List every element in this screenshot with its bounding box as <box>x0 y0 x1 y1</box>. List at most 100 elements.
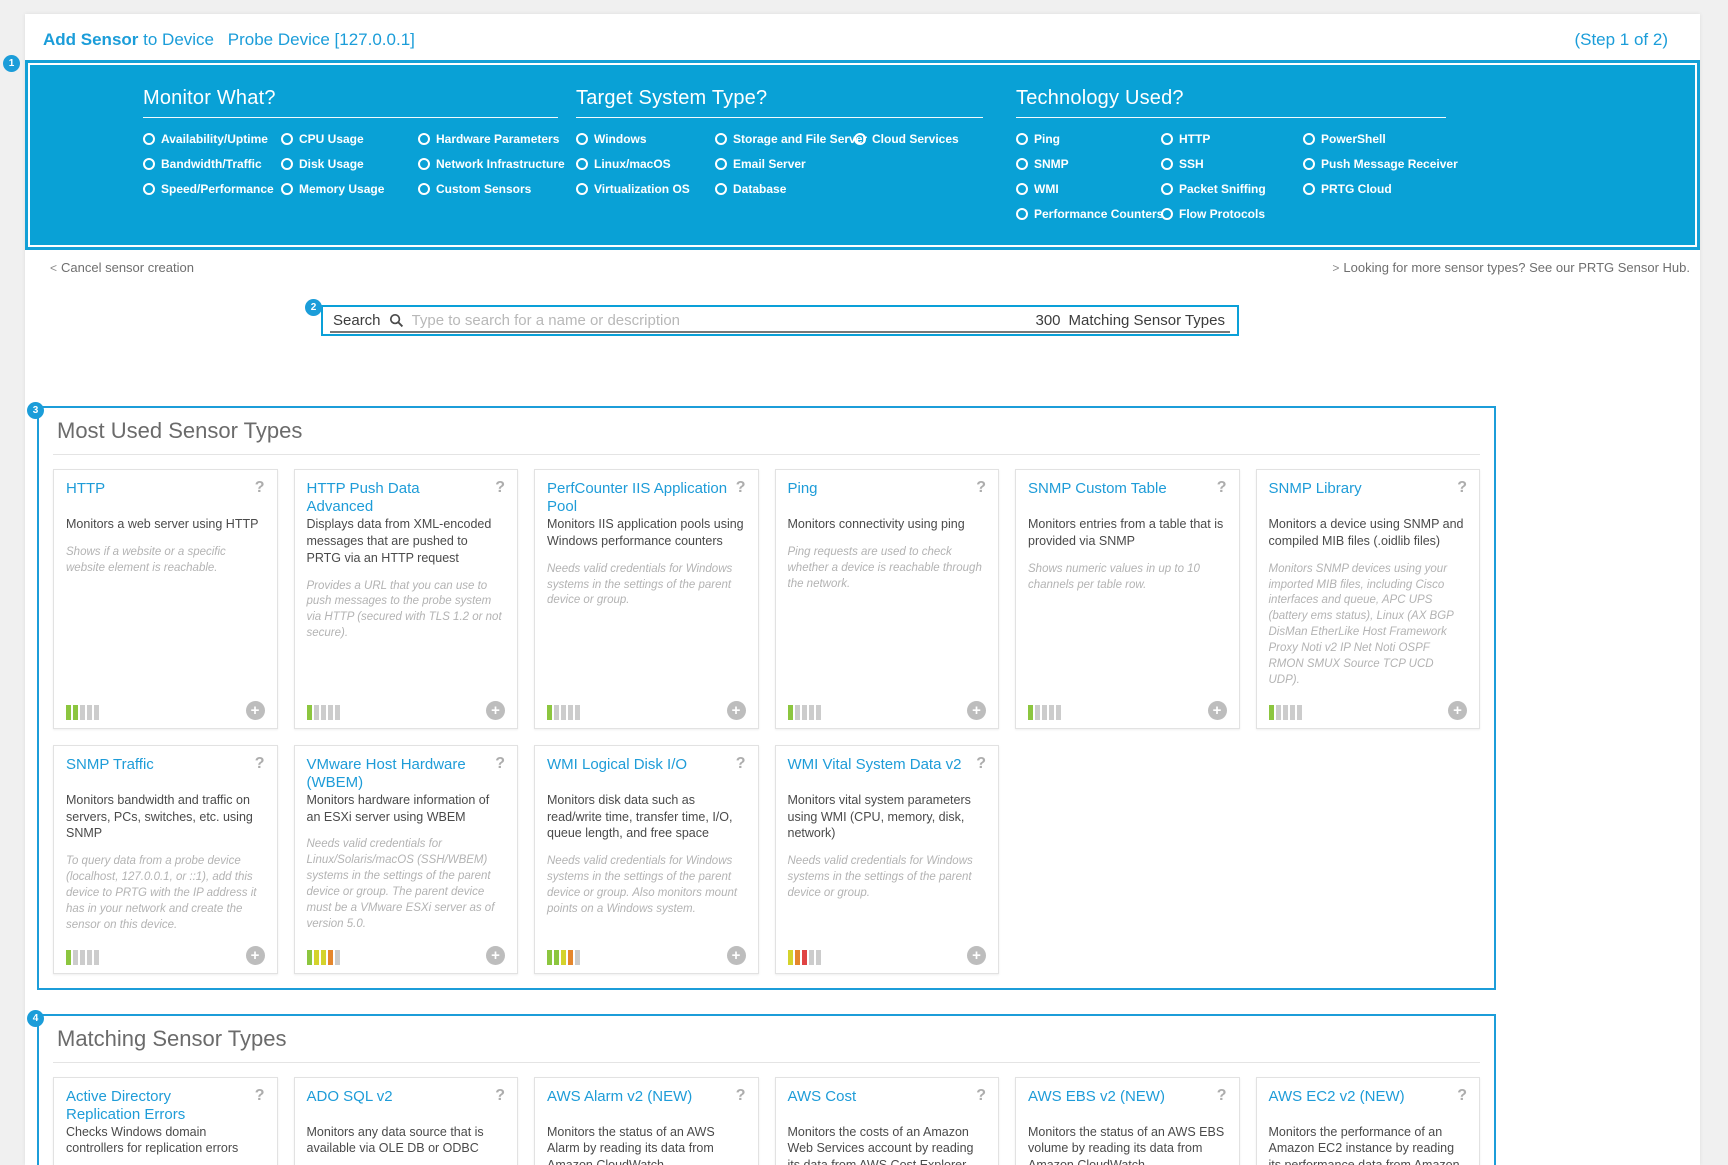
sensor-card[interactable]: SNMP Library ? Monitors a device using S… <box>1256 469 1481 729</box>
help-icon[interactable]: ? <box>1457 480 1467 496</box>
sensor-hub-link[interactable]: >Looking for more sensor types? See our … <box>1332 260 1690 275</box>
sensor-title[interactable]: VMware Host Hardware (WBEM) <box>307 756 496 792</box>
filter-radio-option[interactable]: Windows <box>576 126 715 151</box>
sensor-title[interactable]: SNMP Library <box>1269 480 1368 498</box>
help-icon[interactable]: ? <box>495 1088 505 1104</box>
sensor-title[interactable]: AWS EBS v2 (NEW) <box>1028 1088 1171 1106</box>
sensor-card[interactable]: ADO SQL v2 ? Monitors any data source th… <box>294 1077 519 1165</box>
sensor-title[interactable]: SNMP Custom Table <box>1028 480 1173 498</box>
filter-radio-option[interactable]: SSH <box>1161 151 1303 176</box>
filter-radio-option[interactable]: Linux/macOS <box>576 151 715 176</box>
filter-radio-option[interactable]: Speed/Performance <box>143 176 281 201</box>
filter-radio-option[interactable]: Hardware Parameters <box>418 126 565 151</box>
gauge-bar <box>321 705 326 720</box>
sensor-title[interactable]: WMI Vital System Data v2 <box>788 756 968 774</box>
sensor-card[interactable]: SNMP Custom Table ? Monitors entries fro… <box>1015 469 1240 729</box>
sensor-card[interactable]: WMI Logical Disk I/O ? Monitors disk dat… <box>534 745 759 974</box>
page-title-add-sensor: Add Sensor <box>43 30 138 49</box>
help-icon[interactable]: ? <box>1217 1088 1227 1104</box>
sensor-card[interactable]: HTTP Push Data Advanced ? Displays data … <box>294 469 519 729</box>
help-icon[interactable]: ? <box>495 480 505 496</box>
help-icon[interactable]: ? <box>1217 480 1227 496</box>
help-icon[interactable]: ? <box>736 1088 746 1104</box>
sensor-card[interactable]: WMI Vital System Data v2 ? Monitors vita… <box>775 745 1000 974</box>
add-sensor-plus-icon[interactable]: + <box>1448 701 1467 720</box>
help-icon[interactable]: ? <box>255 756 265 772</box>
add-sensor-plus-icon[interactable]: + <box>246 701 265 720</box>
sensor-title[interactable]: HTTP <box>66 480 111 498</box>
sensor-card[interactable]: HTTP ? Monitors a web server using HTTP … <box>53 469 278 729</box>
help-icon[interactable]: ? <box>976 756 986 772</box>
add-sensor-plus-icon[interactable]: + <box>967 701 986 720</box>
filter-radio-option[interactable]: PowerShell <box>1303 126 1458 151</box>
filter-radio-option[interactable]: HTTP <box>1161 126 1303 151</box>
filter-radio-option[interactable]: Availability/Uptime <box>143 126 281 151</box>
filter-radio-option[interactable]: Custom Sensors <box>418 176 565 201</box>
sensor-card[interactable]: Ping ? Monitors connectivity using ping … <box>775 469 1000 729</box>
sensor-card[interactable]: SNMP Traffic ? Monitors bandwidth and tr… <box>53 745 278 974</box>
device-name[interactable]: Probe Device [127.0.0.1] <box>228 30 415 49</box>
add-sensor-plus-icon[interactable]: + <box>727 701 746 720</box>
sensor-card[interactable]: Active Directory Replication Errors ? Ch… <box>53 1077 278 1165</box>
filter-radio-option[interactable]: SNMP <box>1016 151 1161 176</box>
sensor-title[interactable]: WMI Logical Disk I/O <box>547 756 693 774</box>
filter-radio-option[interactable]: Network Infrastructure <box>418 151 565 176</box>
filter-radio-option[interactable]: Cloud Services <box>854 126 983 151</box>
filter-radio-option[interactable]: Email Server <box>715 151 854 176</box>
sensor-title[interactable]: ADO SQL v2 <box>307 1088 399 1106</box>
sensor-title[interactable]: PerfCounter IIS Application Pool <box>547 480 736 516</box>
add-sensor-plus-icon[interactable]: + <box>727 946 746 965</box>
help-icon[interactable]: ? <box>495 756 505 772</box>
sensor-card[interactable]: PerfCounter IIS Application Pool ? Monit… <box>534 469 759 729</box>
add-sensor-plus-icon[interactable]: + <box>967 946 986 965</box>
help-icon[interactable]: ? <box>1457 1088 1467 1104</box>
search-input[interactable] <box>412 312 1028 329</box>
sensor-card[interactable]: VMware Host Hardware (WBEM) ? Monitors h… <box>294 745 519 974</box>
help-icon[interactable]: ? <box>976 480 986 496</box>
filter-radio-option[interactable]: Bandwidth/Traffic <box>143 151 281 176</box>
filter-options: Ping SNMP WMI <box>1016 126 1446 226</box>
gauge-bar <box>1049 705 1054 720</box>
cancel-sensor-creation-link[interactable]: <Cancel sensor creation <box>50 260 194 275</box>
sensor-title[interactable]: AWS EC2 v2 (NEW) <box>1269 1088 1411 1106</box>
help-icon[interactable]: ? <box>255 480 265 496</box>
impact-gauge-icon <box>788 705 821 720</box>
filter-radio-option[interactable]: Packet Sniffing <box>1161 176 1303 201</box>
sensor-card[interactable]: AWS EC2 v2 (NEW) ? Monitors the performa… <box>1256 1077 1481 1165</box>
help-icon[interactable]: ? <box>736 756 746 772</box>
sensor-description: Monitors hardware information of an ESXi… <box>307 792 506 826</box>
sensor-card[interactable]: AWS Cost ? Monitors the costs of an Amaz… <box>775 1077 1000 1165</box>
filter-radio-option[interactable]: Memory Usage <box>281 176 418 201</box>
sensor-title[interactable]: Active Directory Replication Errors <box>66 1088 255 1124</box>
filter-radio-option[interactable]: PRTG Cloud <box>1303 176 1458 201</box>
sensor-title[interactable]: AWS Cost <box>788 1088 863 1106</box>
add-sensor-plus-icon[interactable]: + <box>1208 701 1227 720</box>
help-icon[interactable]: ? <box>736 480 746 496</box>
sensor-title[interactable]: SNMP Traffic <box>66 756 160 774</box>
filter-radio-option[interactable]: Performance Counters <box>1016 201 1161 226</box>
sensor-card[interactable]: AWS EBS v2 (NEW) ? Monitors the status o… <box>1015 1077 1240 1165</box>
sensor-title[interactable]: AWS Alarm v2 (NEW) <box>547 1088 698 1106</box>
filter-radio-option[interactable]: Virtualization OS <box>576 176 715 201</box>
radio-icon <box>715 183 727 195</box>
add-sensor-plus-icon[interactable]: + <box>486 946 505 965</box>
sensor-card[interactable]: AWS Alarm v2 (NEW) ? Monitors the status… <box>534 1077 759 1165</box>
filter-radio-option[interactable]: Ping <box>1016 126 1161 151</box>
sensor-title[interactable]: Ping <box>788 480 824 498</box>
filter-radio-option[interactable]: Storage and File Server <box>715 126 854 151</box>
add-sensor-plus-icon[interactable]: + <box>246 946 265 965</box>
help-icon[interactable]: ? <box>255 1088 265 1104</box>
filter-radio-option[interactable]: Disk Usage <box>281 151 418 176</box>
filter-radio-option[interactable]: Flow Protocols <box>1161 201 1303 226</box>
radio-icon <box>1303 183 1315 195</box>
gauge-bar <box>561 950 566 965</box>
filter-radio-option[interactable]: Database <box>715 176 854 201</box>
filter-options: Availability/Uptime Bandwidth/Traffic Sp… <box>143 126 558 201</box>
gauge-bar <box>788 705 793 720</box>
filter-radio-option[interactable]: Push Message Receiver <box>1303 151 1458 176</box>
filter-radio-option[interactable]: CPU Usage <box>281 126 418 151</box>
sensor-title[interactable]: HTTP Push Data Advanced <box>307 480 496 516</box>
add-sensor-plus-icon[interactable]: + <box>486 701 505 720</box>
help-icon[interactable]: ? <box>976 1088 986 1104</box>
filter-radio-option[interactable]: WMI <box>1016 176 1161 201</box>
